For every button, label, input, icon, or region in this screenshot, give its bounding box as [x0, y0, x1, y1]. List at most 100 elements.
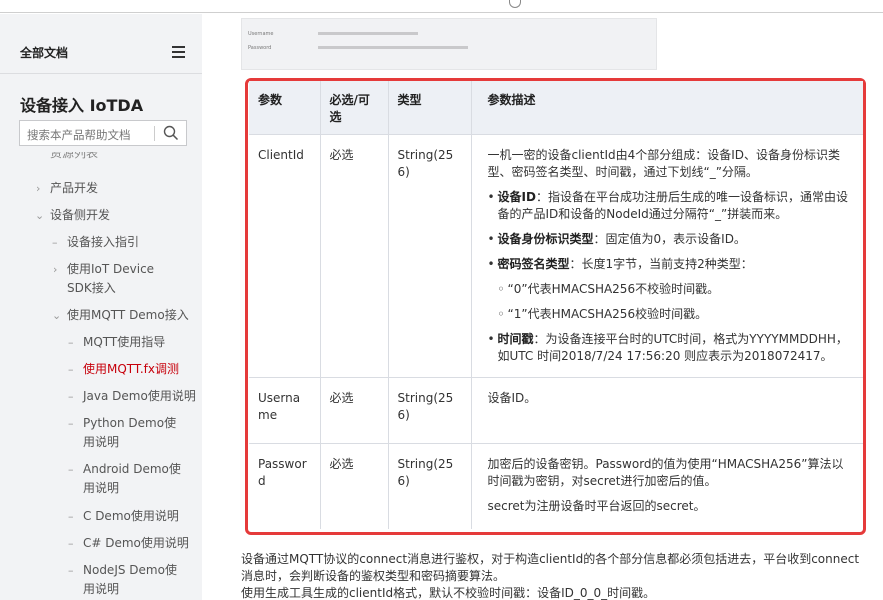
sidebar-divider: [0, 73, 202, 74]
snippet-username-value: [318, 32, 418, 35]
sidebar-item-label: MQTT使用指导: [83, 335, 166, 349]
dash-icon: –: [68, 417, 74, 430]
header-description: 参数描述: [471, 81, 863, 134]
password-desc: 加密后的设备密钥。Password的值为使用“HMACSHA256”算法以时间戳…: [487, 456, 844, 488]
cell-type: String(256): [388, 442, 472, 529]
auth-explanation: 设备通过MQTT协议的connect消息进行鉴权，对于构造clientId的各个…: [241, 551, 871, 600]
table-row: Username 必选 String(256) 设备ID。: [249, 376, 863, 443]
chevron-right-icon[interactable]: ›: [53, 260, 57, 279]
list-item-title: 设备ID: [497, 189, 536, 204]
sidebar-item-label: 设备侧开发: [50, 208, 111, 222]
sidebar-item-python-demo[interactable]: – Python Demo使用说明: [68, 414, 183, 452]
sidebar-item-nodejs-demo[interactable]: – NodeJS Demo使用说明: [68, 561, 183, 599]
sidebar-item-label: 资源列表: [50, 152, 99, 160]
cell-param: ClientId: [249, 133, 321, 377]
snippet-password-label: Password: [248, 45, 272, 51]
sidebar-item-csharp-demo[interactable]: – C# Demo使用说明: [68, 534, 189, 553]
header-type: 类型: [388, 81, 472, 134]
sidebar: 全部文档 设备接入 IoTDA 搜索本产品帮助文档 资源列表 › 产品开发 ⌄ …: [0, 14, 202, 600]
chevron-down-icon[interactable]: ⌄: [52, 306, 61, 325]
sidebar-item-label: Java Demo使用说明: [83, 389, 196, 403]
dash-icon: –: [68, 336, 74, 349]
sidebar-item-label: 设备接入指引: [67, 235, 140, 249]
sidebar-item-access-guide[interactable]: – 设备接入指引: [52, 233, 140, 252]
list-item-title: 密码签名类型: [497, 256, 570, 271]
table-row: Password 必选 String(256) 加密后的设备密钥。Passwor…: [249, 442, 863, 529]
clientid-parts-list: 设备ID：指设备在平台成功注册后生成的唯一设备标识，通常由设备的产品ID和设备的…: [488, 189, 855, 365]
cell-description: 加密后的设备密钥。Password的值为使用“HMACSHA256”算法以时间戳…: [471, 442, 863, 529]
dash-icon: –: [68, 537, 74, 550]
sidebar-item-label: Android Demo使用说明: [83, 462, 181, 495]
table-header-row: 参数 必选/可选 类型 参数描述: [249, 81, 863, 134]
sidebar-item-label: 使用MQTT.fx调测: [83, 362, 179, 376]
clientid-format-paragraph: 使用生成工具生成的clientId格式，默认不校验时间戳：设备ID_0_0_时间…: [241, 586, 656, 600]
dash-icon: –: [68, 564, 74, 577]
sidebar-item-device-dev[interactable]: ⌄ 设备侧开发: [35, 206, 111, 225]
search-separator: [154, 126, 155, 141]
sidebar-item-label: NodeJS Demo使用说明: [83, 563, 177, 596]
list-item: “0”代表HMACSHA256不校验时间戳。: [498, 281, 855, 298]
cell-required: 必选: [320, 133, 389, 377]
product-title: 设备接入 IoTDA: [20, 96, 144, 115]
sidebar-item-mqtt-guide[interactable]: – MQTT使用指导: [68, 333, 166, 352]
username-desc: 设备ID。: [487, 390, 537, 405]
sidebar-header-title: 全部文档: [20, 46, 69, 60]
cell-required: 必选: [320, 376, 389, 443]
snippet-username-label: Username: [248, 31, 274, 37]
cell-type: String(256): [388, 133, 472, 377]
signature-type-list: “0”代表HMACSHA256不校验时间戳。 “1”代表HMACSHA256校验…: [498, 281, 855, 323]
dash-icon: –: [68, 510, 74, 523]
dash-icon: –: [68, 363, 74, 376]
list-item-text: ：长度1字节，当前支持2种类型：: [569, 256, 753, 271]
sidebar-item-resources[interactable]: 资源列表: [50, 152, 98, 164]
list-item: 密码签名类型：长度1字节，当前支持2种类型： “0”代表HMACSHA256不校…: [488, 256, 855, 323]
main-content: Username Password 参数 必选/可选 类型 参数描述 Clien…: [202, 14, 883, 600]
header-param: 参数: [249, 81, 321, 134]
search-placeholder: 搜索本产品帮助文档: [27, 128, 131, 142]
sidebar-item-mqttfx[interactable]: – 使用MQTT.fx调测: [68, 360, 179, 379]
table-row: ClientId 必选 String(256) 一机一密的设备clientId由…: [249, 133, 863, 377]
dash-icon: –: [68, 390, 74, 403]
sidebar-item-label: C Demo使用说明: [83, 509, 179, 523]
sidebar-item-c-demo[interactable]: – C Demo使用说明: [68, 507, 179, 526]
list-item-text: ：固定值为0，表示设备ID。: [593, 231, 746, 246]
sidebar-item-android-demo[interactable]: – Android Demo使用说明: [68, 460, 183, 498]
sidebar-item-mqtt-demo[interactable]: ⌄ 使用MQTT Demo接入: [52, 306, 189, 325]
chevron-down-icon[interactable]: ⌄: [35, 206, 44, 225]
chevron-right-icon[interactable]: ›: [36, 179, 40, 198]
cell-description: 设备ID。: [471, 376, 863, 443]
list-item-text: ：指设备在平台成功注册后生成的唯一设备标识，通常由设备的产品ID和设备的Node…: [497, 189, 848, 221]
sidebar-item-product-dev[interactable]: › 产品开发: [36, 179, 99, 198]
cell-required: 必选: [320, 442, 389, 529]
sidebar-item-java-demo[interactable]: – Java Demo使用说明: [68, 387, 196, 406]
cell-type: String(256): [388, 376, 472, 443]
list-item: 设备ID：指设备在平台成功注册后生成的唯一设备标识，通常由设备的产品ID和设备的…: [488, 189, 855, 223]
menu-icon[interactable]: [172, 46, 185, 58]
cell-param: Username: [249, 376, 321, 443]
list-item: 设备身份标识类型：固定值为0，表示设备ID。: [488, 231, 855, 248]
dash-icon: –: [68, 463, 74, 476]
cell-param: Password: [249, 442, 321, 529]
parameter-table: 参数 必选/可选 类型 参数描述 ClientId 必选 String(256)…: [249, 81, 863, 529]
cell-description: 一机一密的设备clientId由4个部分组成：设备ID、设备身份标识类型、密码签…: [471, 133, 863, 377]
list-item-title: 设备身份标识类型: [497, 231, 594, 246]
list-item: 时间戳：为设备连接平台时的UTC时间，格式为YYYYMMDDHH，如UTC 时间…: [488, 331, 855, 365]
list-item: “1”代表HMACSHA256校验时间戳。: [498, 306, 855, 323]
sidebar-item-label: 使用MQTT Demo接入: [67, 308, 189, 322]
sidebar-item-label: 产品开发: [50, 181, 99, 195]
sidebar-item-label: 使用IoT Device SDK接入: [67, 262, 155, 295]
clientid-intro: 一机一密的设备clientId由4个部分组成：设备ID、设备身份标识类型、密码签…: [487, 147, 841, 179]
search-input[interactable]: 搜索本产品帮助文档: [19, 120, 187, 146]
browser-top-strip: [0, 0, 883, 13]
mqttfx-screenshot-snippet: Username Password: [241, 18, 657, 70]
header-required: 必选/可选: [320, 81, 389, 134]
auth-paragraph: 设备通过MQTT协议的connect消息进行鉴权，对于构造clientId的各个…: [241, 552, 860, 583]
sidebar-header: 全部文档: [0, 14, 202, 74]
list-item-title: 时间戳: [497, 331, 534, 346]
sidebar-item-label: C# Demo使用说明: [83, 536, 189, 550]
sidebar-item-iot-sdk[interactable]: › 使用IoT Device SDK接入: [53, 260, 167, 298]
search-icon[interactable]: [163, 125, 179, 141]
password-secret-note: secret为注册设备时平台返回的secret。: [487, 498, 706, 513]
snippet-password-value: [318, 46, 468, 49]
list-item-text: ：为设备连接平台时的UTC时间，格式为YYYYMMDDHH，如UTC 时间201…: [497, 331, 848, 363]
